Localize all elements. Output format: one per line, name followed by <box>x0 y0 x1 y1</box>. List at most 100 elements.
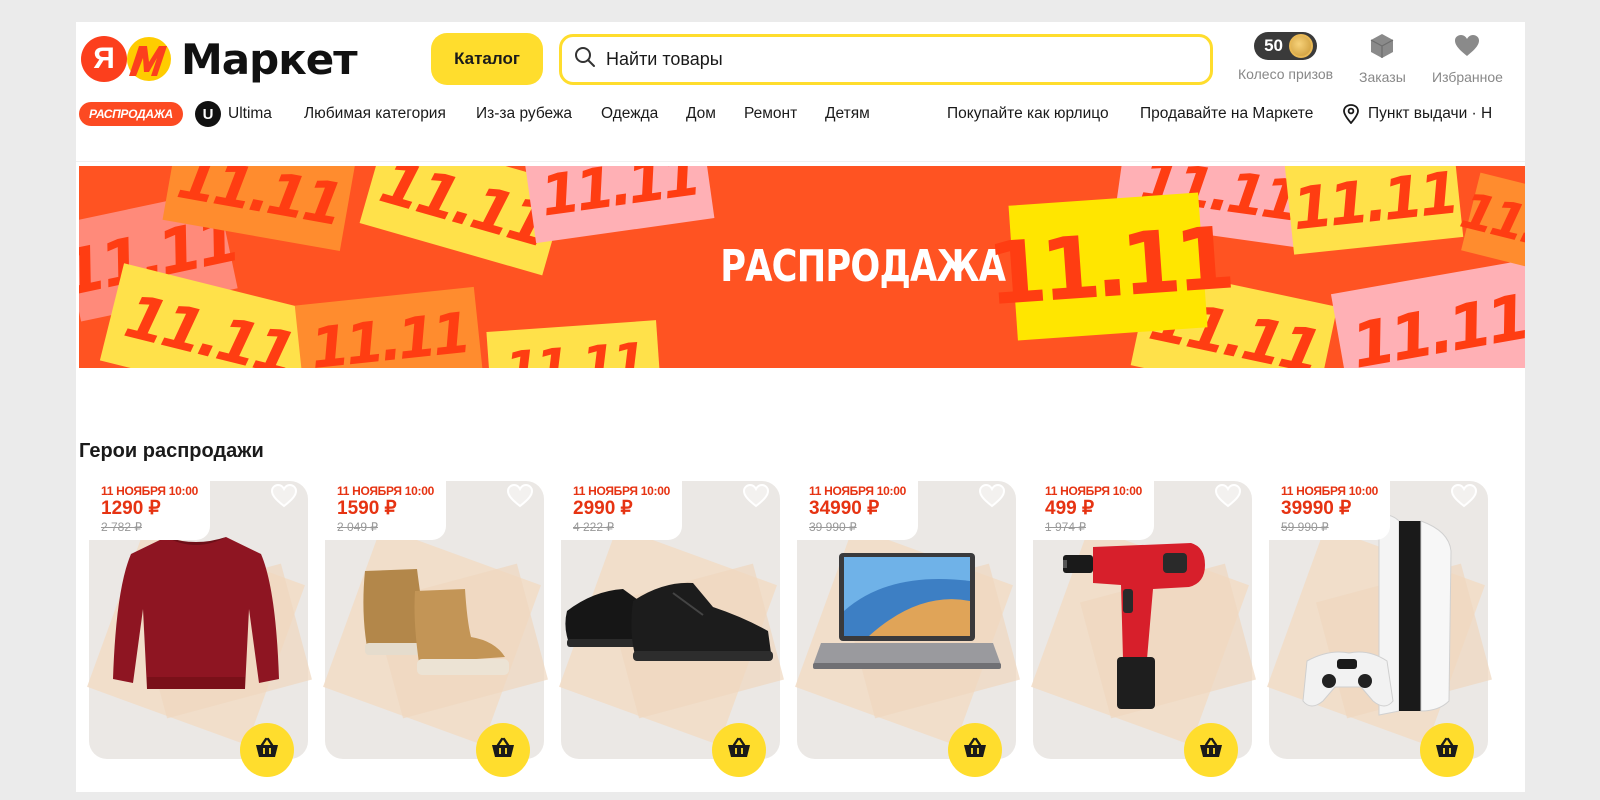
page: Я Маркет Каталог 50 Колесо призов <box>76 22 1525 792</box>
sale-date: 11 НОЯБРЯ 10:00 <box>101 484 198 498</box>
laptop-image <box>809 551 1004 686</box>
section-title: Герои распродажи <box>79 440 264 462</box>
coin-icon <box>1289 34 1314 58</box>
favorite-heart-icon[interactable] <box>506 483 534 509</box>
product-card[interactable]: 11 НОЯБРЯ 10:00 2990 ₽ 4 222 ₽ <box>559 481 784 777</box>
product-card[interactable]: 11 НОЯБРЯ 10:00 34990 ₽ 39 990 ₽ <box>795 481 1020 777</box>
nav-item-kids[interactable]: Детям <box>825 99 870 129</box>
banner-title: РАСПРОДАЖА <box>720 240 1006 292</box>
yandex-market-logo[interactable]: Я Маркет <box>81 34 358 84</box>
price-box: 11 НОЯБРЯ 10:00 2990 ₽ 4 222 ₽ <box>561 481 682 540</box>
price-box: 11 НОЯБРЯ 10:00 34990 ₽ 39 990 ₽ <box>797 481 918 540</box>
product-card[interactable]: 11 НОЯБРЯ 10:00 39990 ₽ 59 990 ₽ <box>1267 481 1492 777</box>
logo-wordmark: Маркет <box>181 34 358 84</box>
favorite-heart-icon[interactable] <box>1450 483 1478 509</box>
banner-tile: 11.11 <box>1330 259 1525 368</box>
banner-tile: 11.11 <box>294 286 484 368</box>
orders-button[interactable]: Заказы <box>1359 32 1406 85</box>
price: 499 ₽ <box>1045 498 1095 519</box>
product-card[interactable]: 11 НОЯБРЯ 10:00 1590 ₽ 2 049 ₽ <box>323 481 548 777</box>
category-nav: РАСПРОДАЖА U Ultima Любимая категория Из… <box>76 99 1525 129</box>
price: 2990 ₽ <box>573 498 633 519</box>
old-price: 59 990 ₽ <box>1281 520 1329 534</box>
banner-number: 11.11 <box>984 192 1232 340</box>
sweatshirt-image <box>111 529 281 704</box>
header: Я Маркет Каталог 50 Колесо призов <box>76 22 1525 162</box>
nav-pickup[interactable]: Пункт выдачи · Н <box>1342 99 1492 129</box>
basket-icon <box>1434 737 1460 764</box>
location-pin-icon <box>1342 104 1360 124</box>
boots-image <box>355 561 515 686</box>
nav-item-abroad[interactable]: Из-за рубежа <box>476 99 572 129</box>
sale-date: 11 НОЯБРЯ 10:00 <box>573 484 670 498</box>
favorites-label: Избранное <box>1432 69 1503 85</box>
price: 39990 ₽ <box>1281 498 1352 519</box>
old-price: 4 222 ₽ <box>573 520 614 534</box>
logo-m-icon <box>123 36 175 82</box>
sale-date: 11 НОЯБРЯ 10:00 <box>809 484 906 498</box>
basket-icon <box>254 737 280 764</box>
nav-business[interactable]: Покупайте как юрлицо <box>947 99 1109 129</box>
favorite-heart-icon[interactable] <box>1214 483 1242 509</box>
box-icon <box>1369 32 1395 63</box>
banner-tile: 11.11 <box>1455 172 1525 280</box>
add-to-cart-button[interactable] <box>1184 723 1238 777</box>
search-input[interactable] <box>606 49 1166 70</box>
nav-item-home[interactable]: Дом <box>686 99 716 129</box>
basket-icon <box>490 737 516 764</box>
sale-banner[interactable]: 11.11 11.11 11.11 11.11 11.11 11.11 11.1… <box>79 166 1525 368</box>
catalog-button[interactable]: Каталог <box>431 33 543 85</box>
old-price: 2 782 ₽ <box>101 520 142 534</box>
price-box: 11 НОЯБРЯ 10:00 1290 ₽ 2 782 ₽ <box>89 481 210 540</box>
price-box: 11 НОЯБРЯ 10:00 39990 ₽ 59 990 ₽ <box>1269 481 1390 540</box>
nav-item-repair[interactable]: Ремонт <box>744 99 797 129</box>
coins-badge: 50 <box>1254 32 1318 60</box>
basket-icon <box>962 737 988 764</box>
old-price: 2 049 ₽ <box>337 520 378 534</box>
nav-pickup-label: Пункт выдачи · Н <box>1368 105 1493 122</box>
price: 1290 ₽ <box>101 498 161 519</box>
add-to-cart-button[interactable] <box>240 723 294 777</box>
price-box: 11 НОЯБРЯ 10:00 1590 ₽ 2 049 ₽ <box>325 481 446 540</box>
sale-date: 11 НОЯБРЯ 10:00 <box>337 484 434 498</box>
banner-tile: 11.11 <box>1284 166 1464 255</box>
sale-date: 11 НОЯБРЯ 10:00 <box>1281 484 1378 498</box>
banner-tile: 11.11 <box>486 320 662 368</box>
add-to-cart-button[interactable] <box>948 723 1002 777</box>
prize-wheel-button[interactable]: 50 Колесо призов <box>1238 32 1333 82</box>
heart-icon <box>1453 32 1481 63</box>
sale-date: 11 НОЯБРЯ 10:00 <box>1045 484 1142 498</box>
ultima-logo-icon: U <box>195 101 221 127</box>
favorite-heart-icon[interactable] <box>270 483 298 509</box>
nav-ultima-label: Ultima <box>228 105 272 122</box>
price: 34990 ₽ <box>809 498 880 519</box>
nav-sell[interactable]: Продавайте на Маркете <box>1140 99 1313 129</box>
price-box: 11 НОЯБРЯ 10:00 499 ₽ 1 974 ₽ <box>1033 481 1154 540</box>
favorite-heart-icon[interactable] <box>978 483 1006 509</box>
sale-pill: РАСПРОДАЖА <box>79 102 183 126</box>
old-price: 39 990 ₽ <box>809 520 857 534</box>
drill-image <box>1057 539 1208 719</box>
logo-ya-circle: Я <box>81 36 127 82</box>
add-to-cart-button[interactable] <box>476 723 530 777</box>
favorites-button[interactable]: Избранное <box>1432 32 1503 85</box>
add-to-cart-button[interactable] <box>1420 723 1474 777</box>
basket-icon <box>726 737 752 764</box>
add-to-cart-button[interactable] <box>712 723 766 777</box>
favorite-heart-icon[interactable] <box>742 483 770 509</box>
product-card[interactable]: 11 НОЯБРЯ 10:00 1290 ₽ 2 782 ₽ <box>87 481 312 777</box>
prize-wheel-label: Колесо призов <box>1238 66 1334 82</box>
nav-ultima[interactable]: U Ultima <box>195 99 272 129</box>
basket-icon <box>1198 737 1224 764</box>
sneakers-image <box>563 571 778 676</box>
product-card[interactable]: 11 НОЯБРЯ 10:00 499 ₽ 1 974 ₽ <box>1031 481 1256 777</box>
nav-sale[interactable]: РАСПРОДАЖА <box>79 99 183 129</box>
banner-center: РАСПРОДАЖА 11.11 <box>649 192 1232 340</box>
nav-item-clothing[interactable]: Одежда <box>601 99 658 129</box>
old-price: 1 974 ₽ <box>1045 520 1086 534</box>
search-bar[interactable] <box>559 34 1213 85</box>
search-icon <box>574 46 596 73</box>
coins-count: 50 <box>1264 36 1284 55</box>
nav-item-favorite-category[interactable]: Любимая категория <box>304 99 446 129</box>
orders-label: Заказы <box>1359 69 1406 85</box>
